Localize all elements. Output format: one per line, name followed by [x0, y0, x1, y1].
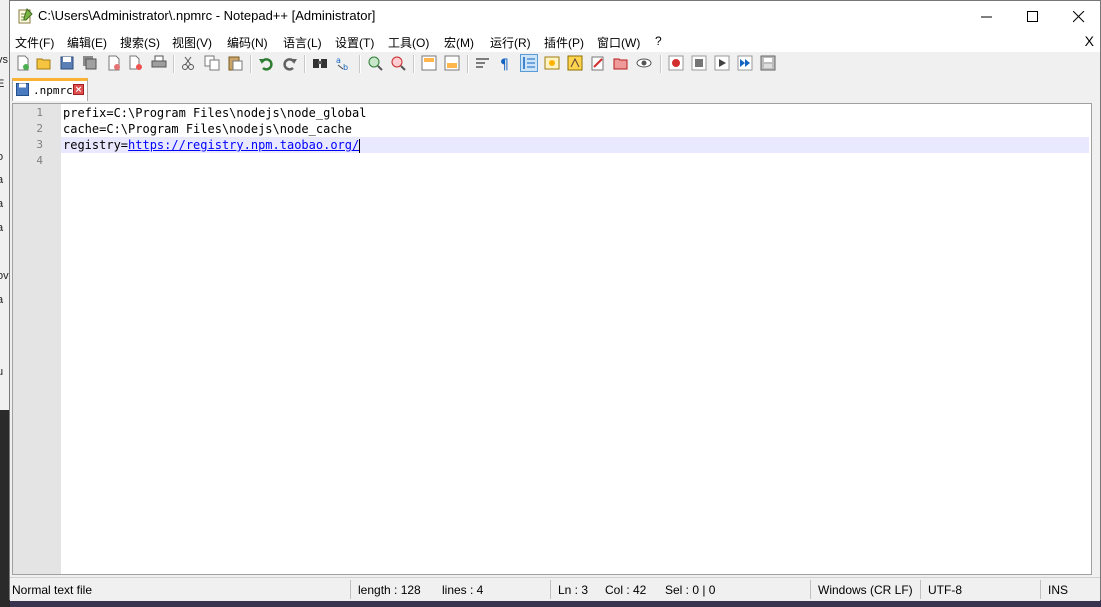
- minimize-button[interactable]: [964, 1, 1010, 32]
- svg-text:¶: ¶: [500, 57, 509, 71]
- close-button[interactable]: [1056, 1, 1101, 32]
- menu-settings[interactable]: 设置(T): [335, 34, 374, 51]
- status-insert-mode[interactable]: INS: [1048, 583, 1068, 597]
- print-icon[interactable]: [151, 55, 167, 71]
- svg-text:a: a: [336, 56, 341, 65]
- line-number: 1: [36, 106, 43, 119]
- document-map-icon[interactable]: [544, 55, 560, 71]
- code-line[interactable]: cache=C:\Program Files\nodejs\node_cache: [63, 121, 352, 137]
- open-file-icon[interactable]: [36, 55, 52, 71]
- tab-close-icon[interactable]: ×: [73, 84, 84, 95]
- copy-icon[interactable]: [204, 55, 220, 71]
- menu-search[interactable]: 搜索(S): [120, 34, 160, 51]
- save-all-icon[interactable]: [82, 55, 98, 71]
- registry-url-link[interactable]: https://registry.npm.taobao.org/: [128, 138, 359, 152]
- maximize-icon: [1027, 11, 1038, 22]
- notepad-window: C:\Users\Administrator\.npmrc - Notepad+…: [9, 0, 1101, 601]
- menu-file[interactable]: 文件(F): [15, 34, 54, 51]
- zoom-in-icon[interactable]: [367, 55, 383, 71]
- status-file-type: Normal text file: [12, 583, 93, 597]
- code-line-current[interactable]: registry=https://registry.npm.taobao.org…: [63, 137, 361, 153]
- paste-icon[interactable]: [227, 55, 243, 71]
- toolbar: ab ¶: [10, 52, 1100, 76]
- save-icon[interactable]: [59, 55, 75, 71]
- bg-fragment: a: [0, 198, 4, 210]
- bg-fragment: o: [0, 151, 4, 163]
- bg-fragment: ov: [0, 270, 9, 282]
- bg-fragment: a: [0, 174, 4, 186]
- editor-area[interactable]: 1 2 3 4 prefix=C:\Program Files\nodejs\n…: [12, 103, 1092, 575]
- svg-text:b: b: [343, 63, 348, 71]
- status-col: Col : 42: [605, 583, 647, 597]
- new-file-icon[interactable]: [15, 55, 31, 71]
- menu-edit[interactable]: 编辑(E): [67, 34, 107, 51]
- function-list-icon[interactable]: [567, 55, 583, 71]
- status-length: length : 128: [358, 583, 421, 597]
- bg-fragment: u: [0, 366, 4, 378]
- folder-as-workspace-icon[interactable]: [590, 55, 606, 71]
- word-wrap-icon[interactable]: [475, 55, 491, 71]
- maximize-button[interactable]: [1010, 1, 1056, 32]
- zoom-out-icon[interactable]: [390, 55, 406, 71]
- notepad-app-icon: [18, 8, 33, 24]
- menu-plugins[interactable]: 插件(P): [544, 34, 584, 51]
- bg-fragment: a: [0, 294, 4, 306]
- menu-view[interactable]: 视图(V): [172, 34, 212, 51]
- status-sel: Sel : 0 | 0: [665, 583, 716, 597]
- code-line-key: registry=: [63, 138, 129, 152]
- line-number: 3: [36, 138, 43, 151]
- window-title: C:\Users\Administrator\.npmrc - Notepad+…: [38, 8, 376, 23]
- tab-label: .npmrc: [33, 84, 73, 97]
- minimize-icon: [981, 16, 992, 18]
- tab-bar: .npmrc ×: [10, 76, 1100, 101]
- cut-icon[interactable]: [180, 55, 196, 71]
- menu-bar: 文件(F) 编辑(E) 搜索(S) 视图(V) 编码(N) 语言(L) 设置(T…: [10, 32, 1100, 52]
- record-macro-icon[interactable]: [668, 55, 684, 71]
- line-number-gutter: 1 2 3 4: [13, 104, 61, 574]
- tab-npmrc[interactable]: .npmrc ×: [12, 78, 88, 101]
- sync-horizontal-icon[interactable]: [444, 55, 460, 71]
- saved-file-icon: [16, 83, 29, 96]
- stop-record-icon[interactable]: [691, 55, 707, 71]
- status-lines: lines : 4: [442, 583, 484, 597]
- play-macro-icon[interactable]: [714, 55, 730, 71]
- menu-tools[interactable]: 工具(O): [388, 34, 429, 51]
- close-icon[interactable]: [106, 55, 122, 71]
- menu-window[interactable]: 窗口(W): [597, 34, 640, 51]
- find-icon[interactable]: [312, 55, 328, 71]
- bg-fragment: a: [0, 222, 4, 234]
- menu-macro[interactable]: 宏(M): [444, 34, 474, 51]
- save-macro-icon[interactable]: [760, 55, 776, 71]
- undo-icon[interactable]: [258, 55, 274, 71]
- status-encoding[interactable]: UTF-8: [928, 583, 962, 597]
- menu-run[interactable]: 运行(R): [490, 34, 531, 51]
- line-number: 2: [36, 122, 43, 135]
- text-cursor: [359, 138, 361, 153]
- title-bar[interactable]: C:\Users\Administrator\.npmrc - Notepad+…: [10, 1, 1100, 32]
- menu-encoding[interactable]: 编码(N): [227, 34, 268, 51]
- bg-fragment: vs: [0, 54, 8, 66]
- doc-switcher-icon[interactable]: [636, 55, 652, 71]
- menu-help[interactable]: ?: [655, 34, 662, 48]
- menu-language[interactable]: 语言(L): [283, 34, 322, 51]
- show-all-chars-icon[interactable]: ¶: [498, 55, 514, 71]
- code-line[interactable]: prefix=C:\Program Files\nodejs\node_glob…: [63, 105, 366, 121]
- redo-icon[interactable]: [282, 55, 298, 71]
- indent-guide-icon[interactable]: [520, 54, 538, 72]
- line-number: 4: [36, 154, 43, 167]
- close-document-button[interactable]: X: [1085, 33, 1094, 49]
- close-icon: [1073, 11, 1085, 23]
- close-all-icon[interactable]: [128, 55, 144, 71]
- run-macro-multiple-icon[interactable]: [737, 55, 753, 71]
- status-bar: Normal text file length : 128 lines : 4 …: [10, 577, 1100, 601]
- replace-icon[interactable]: ab: [336, 55, 352, 71]
- sync-vertical-icon[interactable]: [421, 55, 437, 71]
- status-eol[interactable]: Windows (CR LF): [818, 583, 913, 597]
- bg-fragment: E: [0, 78, 5, 90]
- monitoring-icon[interactable]: [613, 55, 629, 71]
- status-ln: Ln : 3: [558, 583, 589, 597]
